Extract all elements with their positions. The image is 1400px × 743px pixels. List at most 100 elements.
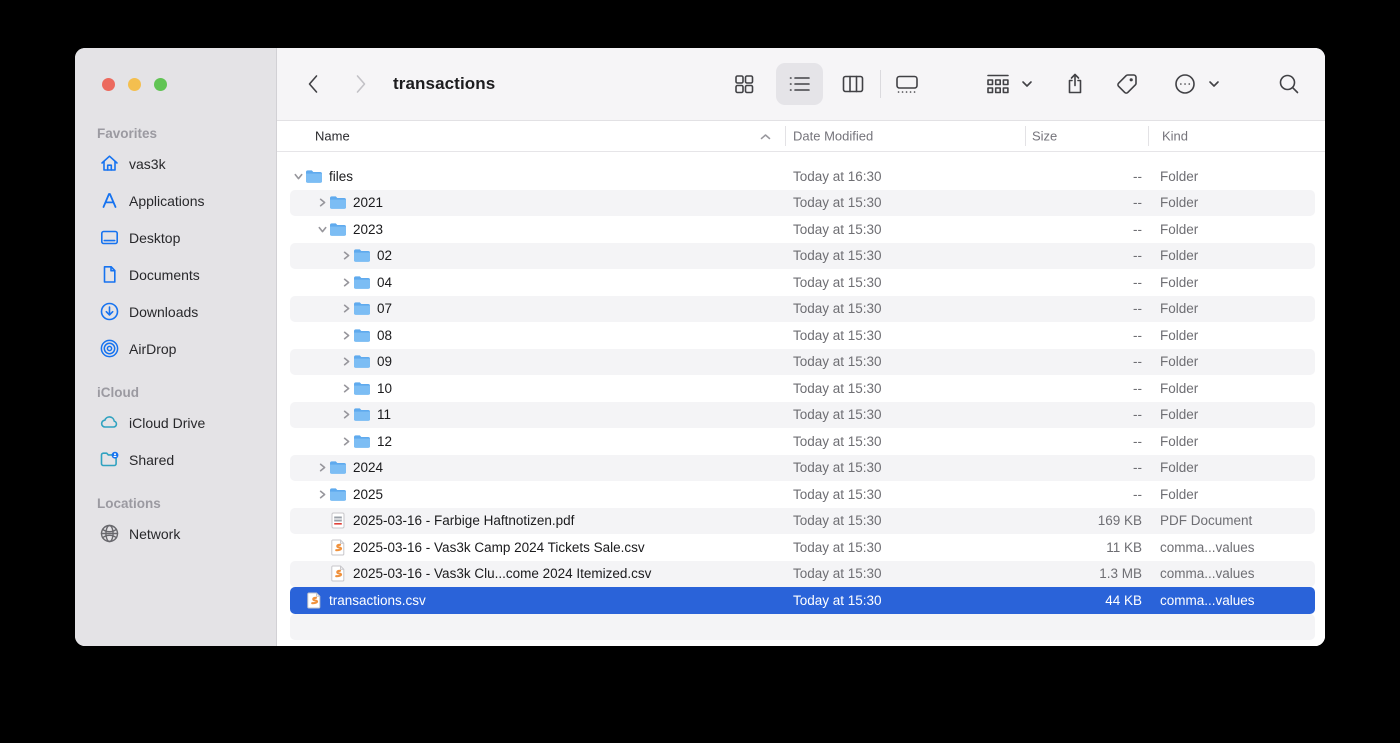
minimize-button[interactable] <box>128 78 141 91</box>
folder-icon <box>353 380 371 397</box>
more-actions-button[interactable] <box>1173 72 1197 96</box>
name-cell: 2021 <box>290 194 780 211</box>
size-cell: -- <box>1025 169 1142 184</box>
group-by-chevron-icon[interactable] <box>1022 80 1033 88</box>
sidebar-section-label: Favorites <box>75 126 276 145</box>
file-row-12[interactable]: 12Today at 15:30--Folder <box>290 428 1315 455</box>
tags-button[interactable] <box>1115 72 1139 96</box>
disclosure-chevron-icon[interactable] <box>339 304 353 313</box>
kind-cell: comma...values <box>1142 540 1315 555</box>
sidebar-item-vas3k[interactable]: vas3k <box>75 145 276 182</box>
sidebar-item-network[interactable]: Network <box>75 515 276 552</box>
name-cell: 08 <box>290 327 780 344</box>
share-button[interactable] <box>1064 72 1086 96</box>
file-row-2023[interactable]: 2023Today at 15:30--Folder <box>290 216 1315 243</box>
file-row-09[interactable]: 09Today at 15:30--Folder <box>290 349 1315 376</box>
size-cell: 1.3 MB <box>1025 566 1142 581</box>
file-row-2021[interactable]: 2021Today at 15:30--Folder <box>290 190 1315 217</box>
group-by-icon[interactable] <box>985 72 1011 96</box>
more-actions-chevron-icon[interactable] <box>1209 80 1220 88</box>
name-cell: 11 <box>290 406 780 423</box>
column-header-name[interactable]: Name <box>315 129 350 144</box>
empty-stripe-row <box>290 614 1315 641</box>
kind-cell: Folder <box>1142 248 1315 263</box>
downloads-icon <box>99 301 120 322</box>
file-row-07[interactable]: 07Today at 15:30--Folder <box>290 296 1315 323</box>
csv-icon <box>305 592 323 609</box>
file-row-04[interactable]: 04Today at 15:30--Folder <box>290 269 1315 296</box>
file-name: 2025-03-16 - Farbige Haftnotizen.pdf <box>353 513 574 528</box>
size-cell: 11 KB <box>1025 540 1142 555</box>
sidebar-item-documents[interactable]: Documents <box>75 256 276 293</box>
sidebar-item-icloud-drive[interactable]: iCloud Drive <box>75 404 276 441</box>
disclosure-chevron-icon[interactable] <box>339 357 353 366</box>
file-name: transactions.csv <box>329 593 426 608</box>
sidebar-item-airdrop[interactable]: AirDrop <box>75 330 276 367</box>
kind-cell: Folder <box>1142 407 1315 422</box>
sidebar-item-desktop[interactable]: Desktop <box>75 219 276 256</box>
sort-ascending-icon[interactable] <box>760 129 771 144</box>
sidebar-item-applications[interactable]: Applications <box>75 182 276 219</box>
list-view-button[interactable] <box>788 73 812 95</box>
name-cell: transactions.csv <box>290 592 780 609</box>
disclosure-chevron-icon[interactable] <box>315 463 329 472</box>
file-name: 2025 <box>353 487 383 502</box>
forward-button[interactable] <box>355 73 368 95</box>
disclosure-chevron-icon[interactable] <box>339 331 353 340</box>
file-row-11[interactable]: 11Today at 15:30--Folder <box>290 402 1315 429</box>
column-header-row: Name Date Modified Size Kind <box>277 121 1325 152</box>
kind-cell: Folder <box>1142 169 1315 184</box>
date-modified-cell: Today at 15:30 <box>780 460 1025 475</box>
file-row-transactions.csv[interactable]: transactions.csvToday at 15:3044 KBcomma… <box>290 587 1315 614</box>
file-row-2025-03-16-vas3k-camp-2024-tickets-sale.csv[interactable]: 2025-03-16 - Vas3k Camp 2024 Tickets Sal… <box>290 534 1315 561</box>
disclosure-chevron-icon[interactable] <box>291 172 305 181</box>
disclosure-chevron-icon[interactable] <box>339 278 353 287</box>
sidebar-section-icloud: iCloudiCloud DriveShared <box>75 385 276 478</box>
disclosure-chevron-icon[interactable] <box>315 490 329 499</box>
sidebar-item-downloads[interactable]: Downloads <box>75 293 276 330</box>
file-row-10[interactable]: 10Today at 15:30--Folder <box>290 375 1315 402</box>
disclosure-chevron-icon[interactable] <box>315 198 329 207</box>
column-header-kind[interactable]: Kind <box>1162 129 1188 144</box>
zoom-button[interactable] <box>154 78 167 91</box>
back-button[interactable] <box>307 73 320 95</box>
column-divider[interactable] <box>785 126 786 146</box>
disclosure-chevron-icon[interactable] <box>339 410 353 419</box>
column-divider[interactable] <box>1148 126 1149 146</box>
name-cell: 07 <box>290 300 780 317</box>
icon-view-button[interactable] <box>733 73 755 95</box>
sidebar-section-label: iCloud <box>75 385 276 404</box>
search-icon[interactable] <box>1278 73 1301 96</box>
sidebar-item-shared[interactable]: Shared <box>75 441 276 478</box>
file-row-08[interactable]: 08Today at 15:30--Folder <box>290 322 1315 349</box>
gallery-view-button[interactable] <box>894 73 920 95</box>
sidebar-item-label: vas3k <box>129 156 166 172</box>
disclosure-chevron-icon[interactable] <box>315 225 329 234</box>
name-cell: 2023 <box>290 221 780 238</box>
column-header-date-modified[interactable]: Date Modified <box>793 129 873 144</box>
file-row-2025-03-16-farbige-haftnotizen.pdf[interactable]: 2025-03-16 - Farbige Haftnotizen.pdfToda… <box>290 508 1315 535</box>
kind-cell: Folder <box>1142 381 1315 396</box>
disclosure-chevron-icon[interactable] <box>339 384 353 393</box>
window-title: transactions <box>393 74 495 94</box>
file-row-2025[interactable]: 2025Today at 15:30--Folder <box>290 481 1315 508</box>
folder-icon <box>353 327 371 344</box>
folder-icon <box>353 300 371 317</box>
disclosure-chevron-icon[interactable] <box>339 437 353 446</box>
column-header-size[interactable]: Size <box>1032 129 1057 144</box>
column-divider[interactable] <box>1025 126 1026 146</box>
file-name: 09 <box>377 354 392 369</box>
column-view-button[interactable] <box>841 73 865 95</box>
date-modified-cell: Today at 15:30 <box>780 301 1025 316</box>
disclosure-chevron-icon[interactable] <box>339 251 353 260</box>
name-cell: 2024 <box>290 459 780 476</box>
file-row-02[interactable]: 02Today at 15:30--Folder <box>290 243 1315 270</box>
file-name: files <box>329 169 353 184</box>
file-row-2024[interactable]: 2024Today at 15:30--Folder <box>290 455 1315 482</box>
home-icon <box>99 153 120 174</box>
shared-folder-icon <box>99 449 120 470</box>
close-button[interactable] <box>102 78 115 91</box>
file-row-2025-03-16-vas3k-clu...come-2024-itemized.csv[interactable]: 2025-03-16 - Vas3k Clu...come 2024 Itemi… <box>290 561 1315 588</box>
folder-icon <box>353 406 371 423</box>
file-row-files[interactable]: filesToday at 16:30--Folder <box>290 163 1315 190</box>
